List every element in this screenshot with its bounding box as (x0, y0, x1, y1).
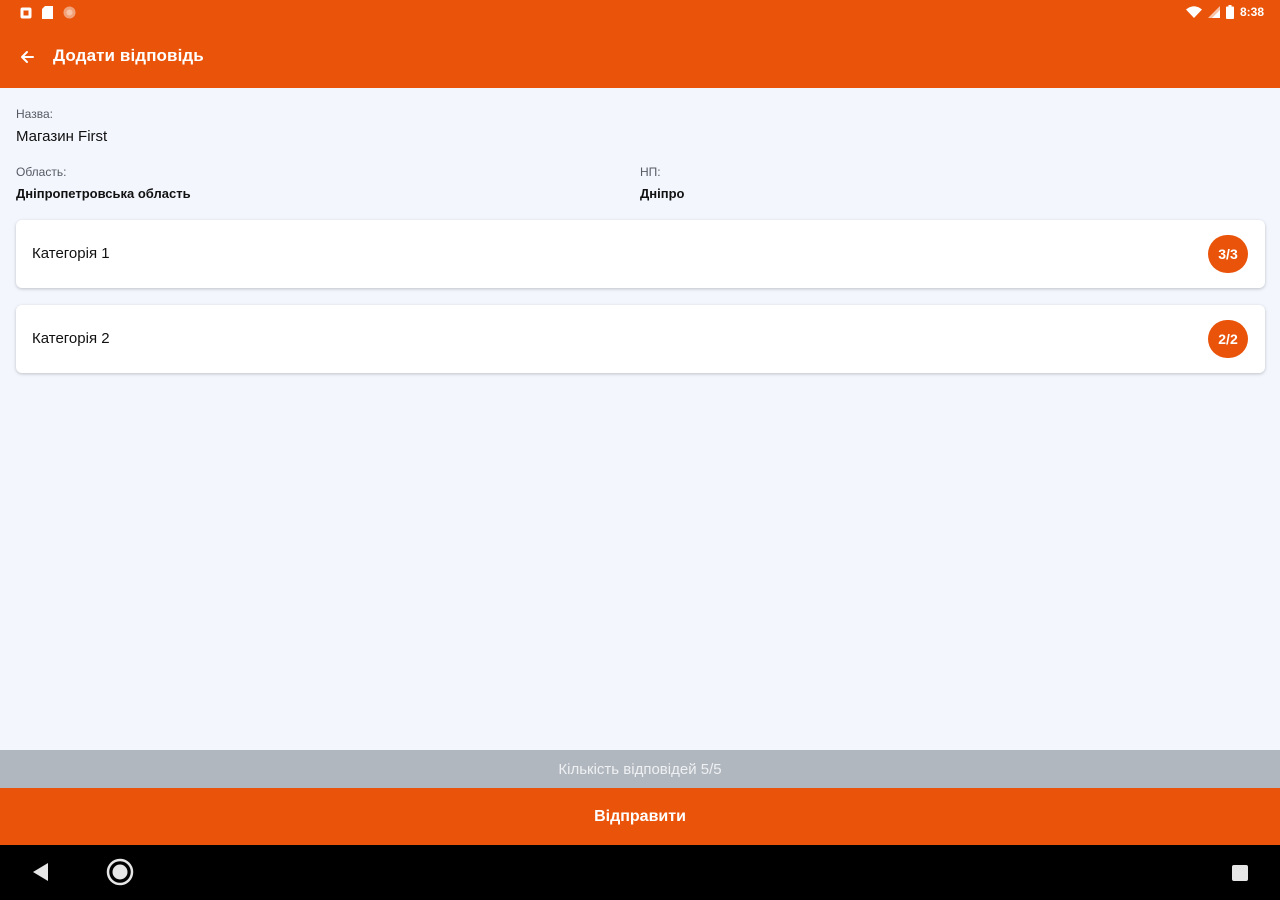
nav-recents-button[interactable] (1228, 861, 1252, 885)
main-content: Назва: Магазин First Область: Дніпропетр… (0, 88, 1280, 750)
nav-recents-icon (1232, 865, 1248, 881)
nav-home-button[interactable] (105, 857, 135, 887)
sync-icon (63, 6, 76, 19)
nav-home-icon (106, 858, 134, 886)
system-nav-bar (0, 845, 1280, 900)
signal-icon (1207, 6, 1220, 18)
category-count-badge: 2/2 (1208, 320, 1248, 358)
category-card-2[interactable]: Категорія 2 2/2 (16, 305, 1265, 373)
category-count-badge: 3/3 (1208, 235, 1248, 273)
arrow-back-icon (21, 51, 34, 63)
status-left-icons (20, 6, 76, 19)
status-bar: 8:38 (0, 0, 1280, 26)
store-name-value: Магазин First (16, 128, 108, 145)
battery-icon (1225, 5, 1234, 19)
locality-label: НП: (640, 165, 661, 179)
nav-back-button[interactable] (28, 860, 52, 884)
app-header: 8:38 Додати відповідь (0, 0, 1280, 88)
status-right-icons: 8:38 (1185, 5, 1264, 19)
answer-count-bar: Кількість відповідей 5/5 (0, 750, 1280, 788)
category-label: Категорія 1 (32, 245, 110, 262)
store-name-label: Назва: (16, 107, 53, 121)
notification-icon (20, 7, 32, 18)
back-button[interactable] (14, 44, 40, 70)
locality-value: Дніпро (640, 186, 685, 201)
region-label: Область: (16, 165, 67, 179)
category-label: Категорія 2 (32, 330, 110, 347)
page-title: Додати відповідь (53, 46, 204, 65)
submit-button[interactable]: Відправити (0, 788, 1280, 845)
region-value: Дніпропетровська область (16, 186, 191, 201)
sd-card-icon (42, 6, 53, 19)
status-time: 8:38 (1239, 5, 1264, 19)
wifi-icon (1185, 6, 1202, 18)
nav-back-icon (33, 863, 48, 881)
toolbar: Додати відповідь (0, 36, 1280, 80)
category-card-1[interactable]: Категорія 1 3/3 (16, 220, 1265, 288)
